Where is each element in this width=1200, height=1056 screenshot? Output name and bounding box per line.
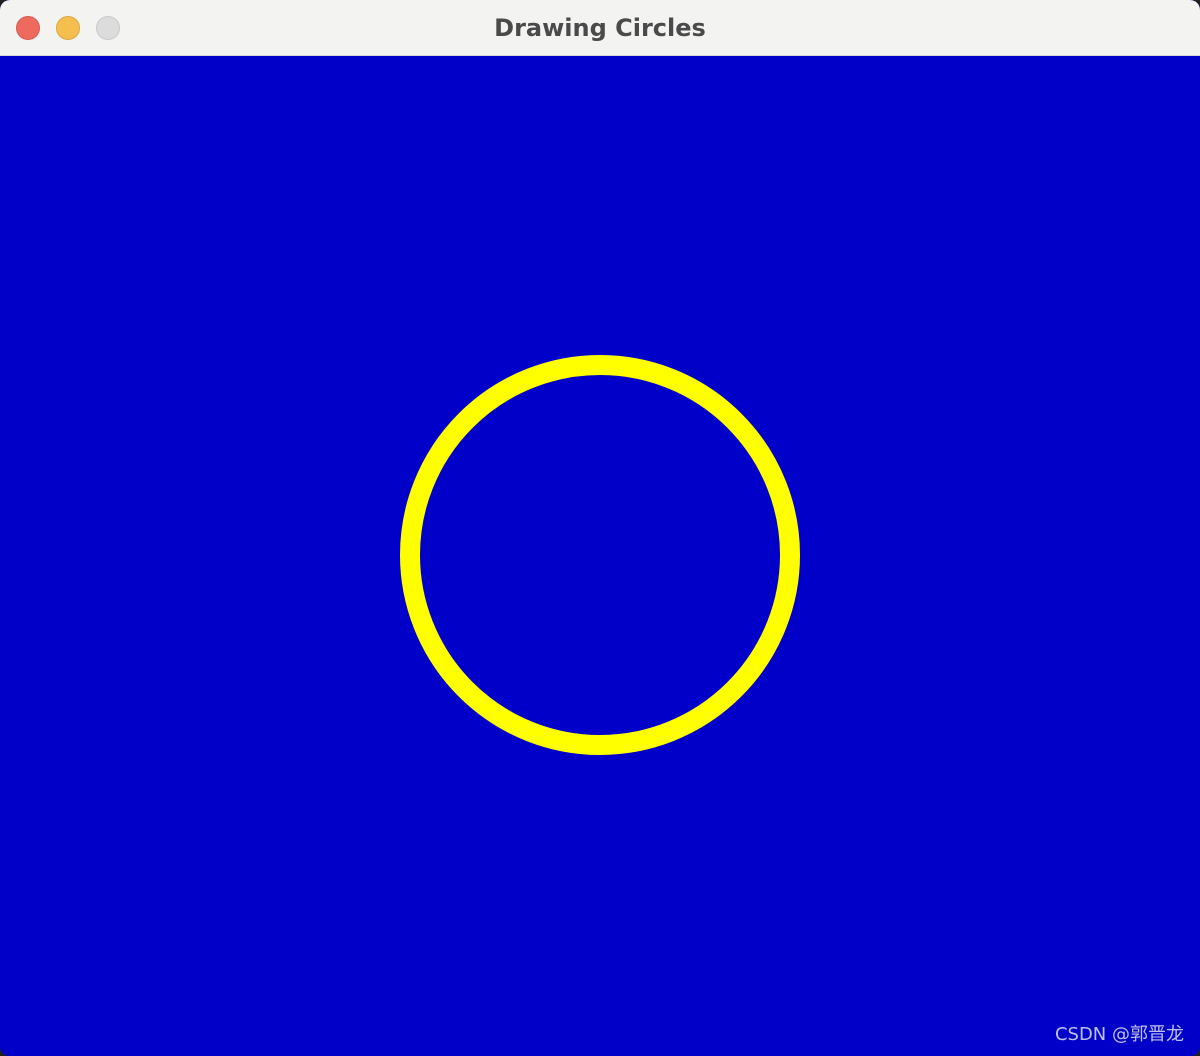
app-window: Drawing Circles CSDN @郭晋龙: [0, 0, 1200, 1056]
window-title: Drawing Circles: [494, 14, 706, 42]
title-bar[interactable]: Drawing Circles: [0, 0, 1200, 56]
yellow-circle: [400, 355, 800, 755]
drawing-canvas: CSDN @郭晋龙: [0, 56, 1200, 1056]
watermark-text: CSDN @郭晋龙: [1054, 1024, 1184, 1045]
